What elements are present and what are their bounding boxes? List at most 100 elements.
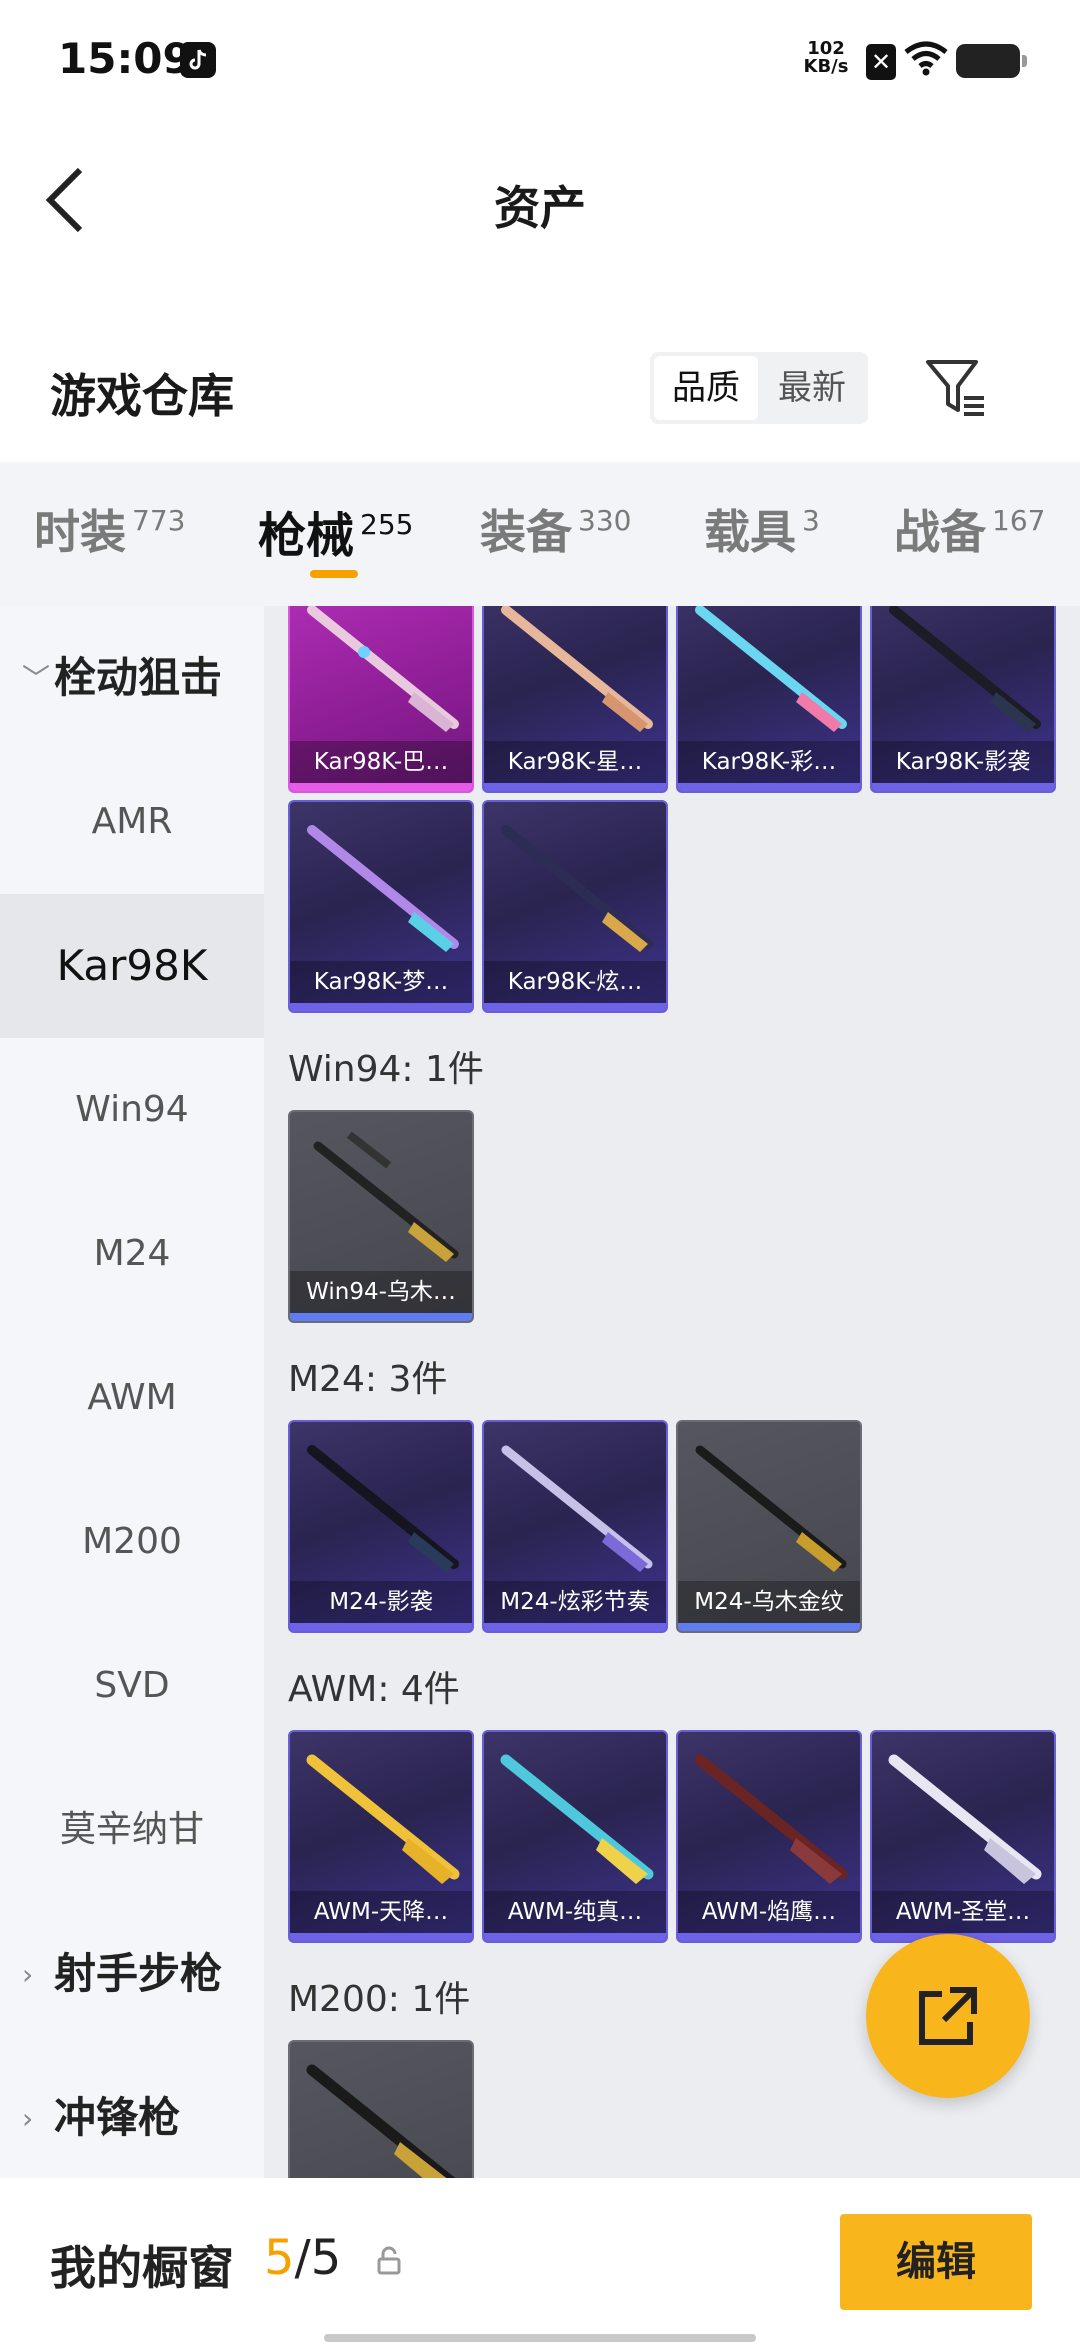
chevron-right-icon: › xyxy=(22,2102,34,2135)
rarity-bar xyxy=(484,783,666,791)
tab-firearms[interactable]: 枪械 255 xyxy=(258,496,413,566)
weapon-card[interactable]: M24-影袭 xyxy=(288,1420,474,1633)
card-title: Kar98K-巴… xyxy=(290,741,472,783)
lock-icon xyxy=(376,2246,402,2280)
wifi-icon xyxy=(904,40,948,80)
network-speed-unit: KB/s xyxy=(803,56,849,77)
showcase-count-total: /5 xyxy=(294,2230,342,2286)
rifle-image xyxy=(501,825,653,952)
warehouse-title: 游戏仓库 xyxy=(50,369,234,423)
rifle-image xyxy=(695,1445,847,1572)
rifle-image xyxy=(500,1754,654,1884)
group-title-m200: M200: 1件 xyxy=(288,1979,471,2020)
weapon-card[interactable]: M24-乌木金纹 xyxy=(676,1420,862,1633)
weapon-card[interactable]: Kar98K-炫… xyxy=(482,800,668,1013)
home-indicator[interactable] xyxy=(324,2334,756,2342)
group-title-awm: AWM: 4件 xyxy=(288,1669,460,1710)
weapon-card[interactable]: Win94-乌木… xyxy=(288,1110,474,1323)
card-title: AWM-纯真… xyxy=(484,1891,666,1933)
sidebar-item-m200[interactable]: M200 xyxy=(0,1470,264,1614)
tab-count: 3 xyxy=(802,504,820,537)
tiktok-icon xyxy=(180,42,216,78)
page-title: 资产 xyxy=(494,181,586,235)
share-button[interactable] xyxy=(866,1934,1030,2098)
sort-toggle: 品质 最新 xyxy=(650,352,868,424)
sidebar-group-label: 栓动狙击 xyxy=(54,653,223,702)
rarity-bar xyxy=(678,783,860,791)
rarity-bar xyxy=(290,1623,472,1631)
active-tab-indicator xyxy=(310,570,358,578)
card-title: Kar98K-梦… xyxy=(290,961,472,1003)
rifle-image xyxy=(313,1131,459,1262)
group-title-m24: M24: 3件 xyxy=(288,1359,448,1400)
chevron-right-icon: › xyxy=(22,1958,34,1991)
edit-button[interactable]: 编辑 xyxy=(840,2214,1032,2310)
tab-equipment[interactable]: 装备 330 xyxy=(480,496,631,562)
weapon-card[interactable]: Kar98K-梦… xyxy=(288,800,474,1013)
battery-icon xyxy=(956,44,1027,78)
status-time: 15:09 xyxy=(58,34,192,83)
rarity-bar xyxy=(872,783,1054,791)
weapon-card[interactable]: Kar98K-彩… xyxy=(676,606,862,793)
rarity-bar xyxy=(678,1623,860,1631)
weapon-card[interactable]: AWM-纯真… xyxy=(482,1730,668,1943)
sidebar-group-marksman[interactable]: › 射手步枪 xyxy=(22,1902,222,2046)
sidebar-item-m24[interactable]: M24 xyxy=(0,1182,264,1326)
showcase-title: 我的橱窗 xyxy=(50,2241,234,2295)
chevron-down-icon: ﹀ xyxy=(22,662,51,695)
app-header: 资产 xyxy=(0,120,1080,280)
weapon-card[interactable]: AWM-天降… xyxy=(288,1730,474,1943)
tab-fashion[interactable]: 时装 773 xyxy=(34,496,185,562)
sidebar-item-awm[interactable]: AWM xyxy=(0,1326,264,1470)
weapon-card[interactable]: Kar98K-影袭 xyxy=(870,606,1056,793)
tab-count: 773 xyxy=(132,504,186,537)
sidebar-item-kar98k[interactable]: Kar98K xyxy=(0,894,264,1038)
card-title: M24-炫彩节奏 xyxy=(484,1581,666,1623)
rifle-image xyxy=(694,1754,848,1884)
card-title: Kar98K-彩… xyxy=(678,741,860,783)
status-bar: 15:09 102 KB/s ✕ xyxy=(0,0,1080,120)
sidebar-item-svd[interactable]: SVD xyxy=(0,1614,264,1758)
sort-newest-button[interactable]: 最新 xyxy=(760,356,864,420)
card-title: AWM-焰鹰… xyxy=(678,1891,860,1933)
weapon-card[interactable]: Kar98K-星… xyxy=(482,606,668,793)
weapon-card[interactable]: AWM-圣堂… xyxy=(870,1730,1056,1943)
tab-vehicles[interactable]: 载具 3 xyxy=(704,496,820,562)
tab-count: 255 xyxy=(360,508,414,541)
sidebar-group-bolt-sniper[interactable]: ﹀栓动狙击 xyxy=(22,606,222,750)
tab-count: 330 xyxy=(578,504,632,537)
tab-label: 时装 xyxy=(34,505,126,559)
rifle-image xyxy=(306,1754,460,1884)
sidebar-item-amr[interactable]: AMR xyxy=(0,750,264,894)
weapon-card[interactable]: 3级 Kar98K-巴… xyxy=(288,606,474,793)
weapon-card[interactable] xyxy=(288,2040,474,2178)
rifle-image xyxy=(307,825,459,952)
tab-supplies[interactable]: 战备 167 xyxy=(894,496,1045,562)
weapon-type-sidebar: ﹀栓动狙击 AMR Kar98K Win94 M24 AWM M200 SVD … xyxy=(0,606,264,2178)
sidebar-group-smg[interactable]: › 冲锋枪 xyxy=(22,2046,180,2178)
sidebar-group-label: 射手步枪 xyxy=(54,1949,223,1998)
card-title: M24-乌木金纹 xyxy=(678,1581,860,1623)
filter-icon[interactable] xyxy=(924,356,988,420)
weapon-card[interactable]: M24-炫彩节奏 xyxy=(482,1420,668,1633)
tab-count: 167 xyxy=(992,504,1046,537)
sidebar-group-label: 冲锋枪 xyxy=(54,2093,181,2142)
rarity-bar xyxy=(290,1933,472,1941)
card-title: Kar98K-影袭 xyxy=(872,741,1054,783)
sidebar-item-mosin[interactable]: 莫辛纳甘 xyxy=(0,1758,264,1902)
tab-label: 枪械 xyxy=(258,508,355,564)
rarity-bar xyxy=(484,1003,666,1011)
network-speed: 102 KB/s xyxy=(798,40,854,76)
rarity-bar xyxy=(290,1003,472,1011)
category-tabs: 时装 773 枪械 255 装备 330 载具 3 战备 167 xyxy=(0,462,1080,606)
rarity-bar xyxy=(484,1933,666,1941)
card-title: AWM-圣堂… xyxy=(872,1891,1054,1933)
sort-quality-button[interactable]: 品质 xyxy=(654,356,758,420)
rarity-bar xyxy=(678,1933,860,1941)
card-title: Kar98K-炫… xyxy=(484,961,666,1003)
weapon-card[interactable]: AWM-焰鹰… xyxy=(676,1730,862,1943)
rifle-image xyxy=(889,606,1041,732)
card-title: AWM-天降… xyxy=(290,1891,472,1933)
sidebar-item-win94[interactable]: Win94 xyxy=(0,1038,264,1182)
tab-label: 战备 xyxy=(894,505,986,559)
